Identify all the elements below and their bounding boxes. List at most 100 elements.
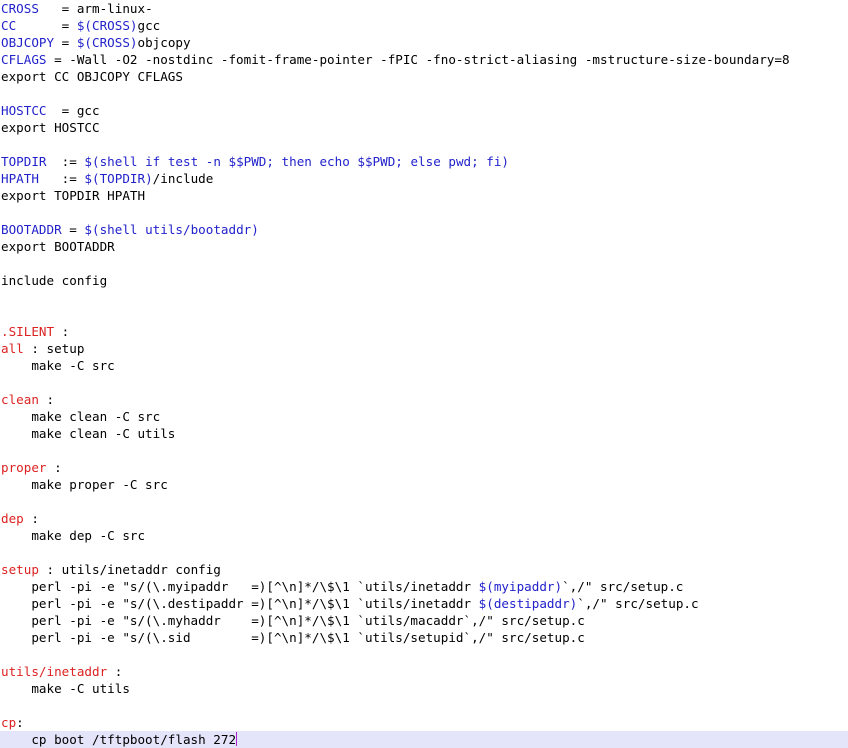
- code-line[interactable]: [0, 289, 848, 306]
- token-text: =: [61, 35, 77, 50]
- code-line[interactable]: perl -pi -e "s/(\.myipaddr =)[^\n]*/\$\1…: [0, 578, 848, 595]
- token-text: objcopy: [137, 35, 191, 50]
- code-line[interactable]: [0, 306, 848, 323]
- token-variable: $(shell if test -n $$PWD; then echo $$PW…: [84, 154, 510, 169]
- code-line[interactable]: CC = $(CROSS)gcc: [0, 17, 848, 34]
- token-variable: CC: [1, 18, 62, 33]
- token-text: perl -pi -e "s/(\.myhaddr =)[^\n]*/\$\1 …: [1, 613, 585, 628]
- code-line[interactable]: perl -pi -e "s/(\.sid =)[^\n]*/\$\1 `uti…: [0, 629, 848, 646]
- token-text: export CC OBJCOPY CFLAGS: [1, 69, 183, 84]
- token-variable: $(myipaddr): [478, 579, 563, 594]
- code-line[interactable]: make proper -C src: [0, 476, 848, 493]
- token-text: :: [23, 511, 39, 526]
- code-line[interactable]: [0, 374, 848, 391]
- token-variable: CROSS: [1, 1, 62, 16]
- token-target: .SILENT: [1, 324, 55, 339]
- code-line[interactable]: export TOPDIR HPATH: [0, 187, 848, 204]
- token-target: clean: [1, 392, 39, 407]
- token-text: : utils/inetaddr config: [38, 562, 221, 577]
- token-text: make dep -C src: [1, 528, 146, 543]
- token-text: export TOPDIR HPATH: [1, 188, 146, 203]
- token-text: cp boot /tftpboot/flash 272: [1, 732, 237, 747]
- code-line[interactable]: [0, 85, 848, 102]
- token-text: export HOSTCC: [1, 120, 100, 135]
- code-line[interactable]: proper :: [0, 459, 848, 476]
- code-line[interactable]: make -C utils: [0, 680, 848, 697]
- code-line[interactable]: [0, 697, 848, 714]
- code-line[interactable]: [0, 204, 848, 221]
- token-variable: CFLAGS: [1, 52, 55, 67]
- code-line[interactable]: TOPDIR := $(shell if test -n $$PWD; then…: [0, 153, 848, 170]
- token-text: make proper -C src: [1, 477, 168, 492]
- code-line[interactable]: make dep -C src: [0, 527, 848, 544]
- code-line[interactable]: [0, 136, 848, 153]
- token-text: `,/" src/setup.c: [562, 579, 684, 594]
- code-line[interactable]: [0, 544, 848, 561]
- token-target: proper: [1, 460, 47, 475]
- code-line[interactable]: export CC OBJCOPY CFLAGS: [0, 68, 848, 85]
- token-text: = -Wall -O2 -nostdinc -fomit-frame-point…: [54, 52, 790, 67]
- code-line[interactable]: include config: [0, 272, 848, 289]
- token-variable: $(destipaddr): [478, 596, 578, 611]
- code-line[interactable]: CFLAGS = -Wall -O2 -nostdinc -fomit-fram…: [0, 51, 848, 68]
- code-line[interactable]: [0, 493, 848, 510]
- token-text: :: [46, 460, 62, 475]
- code-line[interactable]: CROSS = arm-linux-: [0, 0, 848, 17]
- token-text: gcc: [137, 18, 161, 33]
- code-line[interactable]: OBJCOPY = $(CROSS)objcopy: [0, 34, 848, 51]
- code-line[interactable]: setup : utils/inetaddr config: [0, 561, 848, 578]
- token-text: :: [16, 715, 24, 730]
- token-text: make clean -C src: [1, 409, 161, 424]
- token-variable: HPATH: [1, 171, 55, 186]
- code-line[interactable]: utils/inetaddr :: [0, 663, 848, 680]
- code-line[interactable]: export HOSTCC: [0, 119, 848, 136]
- code-line[interactable]: make clean -C src: [0, 408, 848, 425]
- token-text: perl -pi -e "s/(\.myipaddr =)[^\n]*/\$\1…: [1, 579, 479, 594]
- token-text: perl -pi -e "s/(\.sid =)[^\n]*/\$\1 `uti…: [1, 630, 585, 645]
- code-line[interactable]: [0, 255, 848, 272]
- code-line[interactable]: perl -pi -e "s/(\.destipaddr =)[^\n]*/\$…: [0, 595, 848, 612]
- code-line[interactable]: cp:: [0, 714, 848, 731]
- code-line[interactable]: make -C src: [0, 357, 848, 374]
- token-variable: $(CROSS): [76, 18, 138, 33]
- code-line-current[interactable]: cp boot /tftpboot/flash 272: [0, 731, 848, 748]
- code-line[interactable]: HOSTCC = gcc: [0, 102, 848, 119]
- token-text: : setup: [23, 341, 85, 356]
- code-line[interactable]: export BOOTADDR: [0, 238, 848, 255]
- token-text: include config: [1, 273, 108, 288]
- token-text: perl -pi -e "s/(\.destipaddr =)[^\n]*/\$…: [1, 596, 479, 611]
- token-text: :: [38, 392, 55, 407]
- code-line[interactable]: make clean -C utils: [0, 425, 848, 442]
- code-editor-viewport[interactable]: CROSS = arm-linux- CC = $(CROSS)gcc OBJCOP…: [0, 0, 848, 748]
- token-text: = gcc: [54, 103, 100, 118]
- token-target: setup: [1, 562, 39, 577]
- token-target: cp: [1, 715, 17, 730]
- token-text: make clean -C utils: [1, 426, 176, 441]
- code-line[interactable]: perl -pi -e "s/(\.myhaddr =)[^\n]*/\$\1 …: [0, 612, 848, 629]
- token-variable: $(shell utils/bootaddr): [84, 222, 259, 237]
- code-line[interactable]: [0, 442, 848, 459]
- token-text: make -C src: [1, 358, 115, 373]
- token-target: all: [1, 341, 24, 356]
- token-target: utils/inetaddr: [1, 664, 108, 679]
- token-text: =: [69, 222, 85, 237]
- code-line[interactable]: BOOTADDR = $(shell utils/bootaddr): [0, 221, 848, 238]
- token-variable: $(TOPDIR): [84, 171, 153, 186]
- token-text: =: [61, 18, 77, 33]
- source-code-listing[interactable]: CROSS = arm-linux- CC = $(CROSS)gcc OBJCOP…: [0, 0, 848, 748]
- token-text: make -C utils: [1, 681, 130, 696]
- token-text: `,/" src/setup.c: [577, 596, 699, 611]
- code-line[interactable]: .SILENT :: [0, 323, 848, 340]
- token-variable: HOSTCC: [1, 103, 55, 118]
- code-line[interactable]: [0, 646, 848, 663]
- code-line[interactable]: all : setup: [0, 340, 848, 357]
- code-line[interactable]: dep :: [0, 510, 848, 527]
- token-text: export BOOTADDR: [1, 239, 115, 254]
- token-text: :: [54, 324, 70, 339]
- token-variable: TOPDIR: [1, 154, 55, 169]
- code-line[interactable]: HPATH := $(TOPDIR)/include: [0, 170, 848, 187]
- token-target: dep: [1, 511, 24, 526]
- token-text: :=: [54, 171, 85, 186]
- code-line[interactable]: clean :: [0, 391, 848, 408]
- token-variable: OBJCOPY: [1, 35, 62, 50]
